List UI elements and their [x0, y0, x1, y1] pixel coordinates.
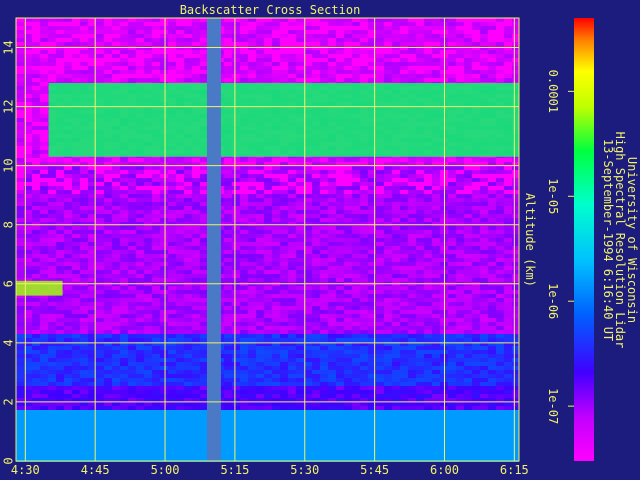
feature-aerosol-layer	[16, 280, 63, 296]
x-tick-labels: 4:30 4:45 5:00 5:15 5:30 5:45 6:00 6:15	[11, 463, 529, 477]
y-tick-label: 2	[2, 398, 16, 405]
data-gap-band	[206, 18, 221, 461]
backscatter-heatmap	[16, 18, 519, 462]
info-line-date: 13-September-1994 6:16:40 UT	[601, 139, 615, 341]
backscatter-figure: Backscatter Cross Section 4:30 4:45 5:00 5:…	[2, 3, 640, 477]
colorbar-tick-labels: 1e-07 1e-06 1e-05 0.0001	[546, 70, 560, 425]
colorbar-ticks	[568, 90, 574, 407]
feature-boundary-layer	[16, 410, 519, 461]
y-tick-label: 6	[2, 280, 16, 287]
colorbar-tick-label: 0.0001	[546, 70, 560, 113]
plot-area: 4:30 4:45 5:00 5:15 5:30 5:45 6:00 6:15 0246810…	[2, 17, 529, 477]
y-tick-label: 10	[2, 158, 16, 172]
feature-cirrus	[48, 82, 519, 157]
colorbar-tick-label: 1e-05	[546, 178, 560, 214]
chart-title: Backscatter Cross Section	[180, 3, 361, 17]
colorbar-strip	[574, 18, 594, 461]
x-tick-label: 5:15	[220, 463, 249, 477]
y-tick-label: 0	[2, 457, 16, 464]
y-tick-label: 14	[2, 40, 16, 54]
y-tick-label: 4	[2, 339, 16, 346]
colorbar-tick-label: 1e-07	[546, 388, 560, 424]
y-tick-label: 12	[2, 99, 16, 113]
x-tick-label: 6:15	[500, 463, 529, 477]
x-tick-label: 5:45	[360, 463, 389, 477]
y-tick-label: 8	[2, 221, 16, 228]
instrument-info: University of Wisconsin High Spectral Re…	[601, 132, 639, 349]
x-tick-label: 5:00	[151, 463, 180, 477]
x-tick-label: 5:30	[290, 463, 319, 477]
colorbar-tick-label: 1e-06	[546, 283, 560, 319]
x-tick-label: 4:45	[81, 463, 110, 477]
colorbar: 1e-07 1e-06 1e-05 0.0001	[546, 18, 594, 461]
x-tick-label: 6:00	[430, 463, 459, 477]
y-axis-label: Altitude (km)	[523, 193, 537, 287]
y-tick-labels: 0 2 4 6 8 10 12 14	[2, 40, 16, 464]
